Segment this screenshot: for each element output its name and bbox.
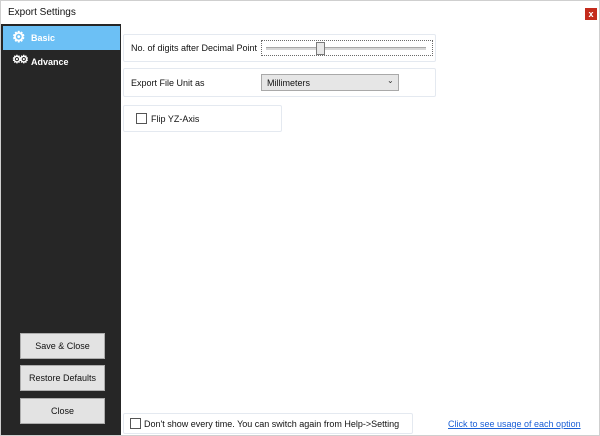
decimal-digits-label: No. of digits after Decimal Point [131,43,258,53]
close-button[interactable]: Close [20,398,105,424]
usage-help-link[interactable]: Click to see usage of each option [448,419,581,429]
sidebar-item-basic[interactable]: ⚙ Basic [3,26,120,50]
dont-show-checkbox[interactable] [130,418,141,429]
dont-show-label: Don't show every time. You can switch ag… [144,419,400,429]
decimal-digits-slider[interactable] [261,40,433,56]
export-settings-window: Export Settings x ⚙ Basic ⚙⚙ Advance Sav… [0,0,600,436]
slider-track [266,47,426,50]
flip-yz-checkbox[interactable] [136,113,147,124]
sidebar: ⚙ Basic ⚙⚙ Advance Save & Close Restore … [1,24,121,435]
gear-icon: ⚙ [12,29,26,46]
restore-defaults-button[interactable]: Restore Defaults [20,365,105,391]
slider-thumb[interactable] [316,42,325,55]
gears-icon: ⚙⚙ [12,54,29,66]
title-bar: Export Settings x [1,1,599,24]
sidebar-item-advance[interactable]: ⚙⚙ Advance [3,50,120,74]
chevron-down-icon: ⌄ [387,76,394,85]
sidebar-item-label: Advance [31,57,69,67]
flip-yz-label: Flip YZ-Axis [151,114,200,124]
window-title: Export Settings [8,7,76,18]
export-unit-select[interactable]: Millimeters ⌄ [261,74,399,91]
export-unit-value: Millimeters [267,78,311,88]
close-window-button[interactable]: x [585,8,597,20]
export-unit-label: Export File Unit as [131,78,205,88]
sidebar-item-label: Basic [31,33,56,43]
save-close-button[interactable]: Save & Close [20,333,105,359]
